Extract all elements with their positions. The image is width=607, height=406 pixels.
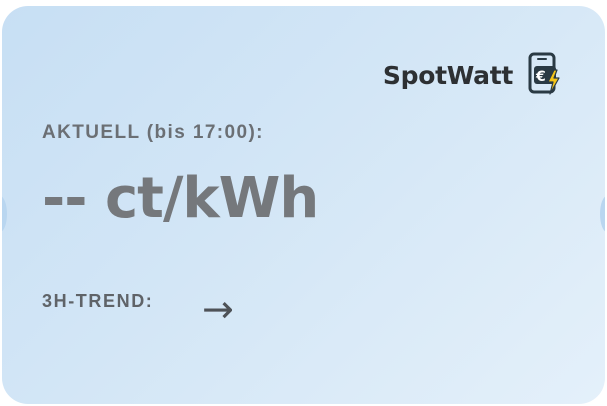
current-price-value: -- ct/kWh xyxy=(42,166,319,231)
app-name: SpotWatt xyxy=(382,60,513,90)
brand-header: SpotWatt € xyxy=(383,52,561,98)
trend-label: 3H-TREND: xyxy=(42,291,154,311)
arrow-right-icon: → xyxy=(202,287,234,331)
spotwatt-widget[interactable]: SpotWatt € AKTUELL (bis 17:00): -- ct/kW… xyxy=(2,6,605,404)
current-price-label: AKTUELL (bis 17:00): xyxy=(42,122,264,143)
svg-text:€: € xyxy=(535,69,546,85)
phone-euro-bolt-icon: € xyxy=(528,52,560,95)
widget-edge-handle-left xyxy=(2,196,7,232)
widget-edge-handle-right xyxy=(600,196,605,232)
